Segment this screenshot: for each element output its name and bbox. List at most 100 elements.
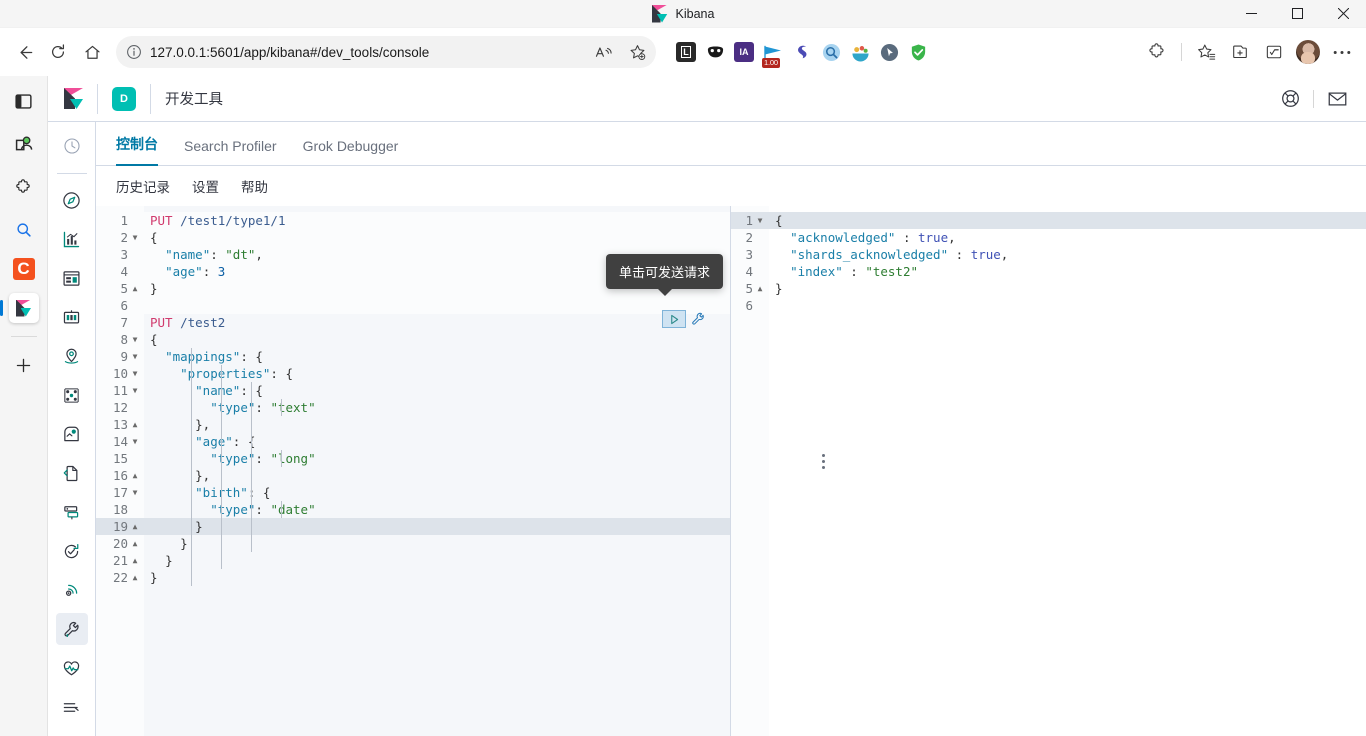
- line-number[interactable]: 4: [96, 263, 144, 280]
- fold-open-icon[interactable]: ▼: [130, 348, 140, 365]
- nav-dev-tools-icon[interactable]: [55, 613, 88, 645]
- fold-close-icon[interactable]: ▲: [130, 280, 140, 297]
- fold-close-icon[interactable]: ▲: [130, 535, 140, 552]
- open-documentation-wrench-icon[interactable]: [689, 310, 706, 328]
- submenu-history[interactable]: 历史记录: [116, 176, 170, 196]
- code-line[interactable]: },: [144, 416, 730, 433]
- line-number[interactable]: 17 ▼: [96, 484, 144, 501]
- code-line[interactable]: }: [144, 552, 730, 569]
- line-number[interactable]: 18: [96, 501, 144, 518]
- code-line[interactable]: "mappings": {: [144, 348, 730, 365]
- refresh-button[interactable]: [42, 36, 74, 68]
- line-number[interactable]: 15: [96, 450, 144, 467]
- code-line[interactable]: "properties": {: [144, 365, 730, 382]
- fold-close-icon[interactable]: ▲: [130, 569, 140, 586]
- line-number[interactable]: 5 ▲: [96, 280, 144, 297]
- line-number[interactable]: 2: [731, 229, 769, 246]
- code-line[interactable]: },: [144, 467, 730, 484]
- math-solver-icon[interactable]: [1258, 36, 1290, 68]
- line-number[interactable]: 21 ▲: [96, 552, 144, 569]
- home-button[interactable]: [76, 36, 108, 68]
- submenu-settings[interactable]: 设置: [192, 176, 219, 196]
- search-extension-icon[interactable]: [821, 42, 841, 62]
- minimize-button[interactable]: [1228, 0, 1274, 28]
- line-number[interactable]: 1: [96, 212, 144, 229]
- fold-close-icon[interactable]: ▲: [130, 552, 140, 569]
- code-line[interactable]: "age": {: [144, 433, 730, 450]
- nav-logs-icon[interactable]: [56, 457, 88, 489]
- fold-close-icon[interactable]: ▲: [755, 280, 765, 297]
- code-line[interactable]: "type": "text": [144, 399, 730, 416]
- code-line[interactable]: }: [144, 518, 730, 535]
- nav-recently-viewed-icon[interactable]: [56, 130, 88, 162]
- code-line[interactable]: "type": "date": [144, 501, 730, 518]
- kibana-header-logo-icon[interactable]: [64, 88, 83, 109]
- space-badge[interactable]: D: [112, 86, 136, 111]
- code-line[interactable]: "shards_acknowledged" : true,: [769, 246, 1366, 263]
- line-number[interactable]: 20 ▲: [96, 535, 144, 552]
- fold-open-icon[interactable]: ▼: [130, 331, 140, 348]
- app-c-icon[interactable]: C: [12, 258, 35, 280]
- fold-close-icon[interactable]: ▲: [130, 518, 140, 535]
- site-info-icon[interactable]: [126, 44, 142, 60]
- line-number[interactable]: 3: [731, 246, 769, 263]
- line-number[interactable]: 14 ▼: [96, 433, 144, 450]
- line-number[interactable]: 2 ▼: [96, 229, 144, 246]
- tab-console[interactable]: 控制台: [116, 134, 158, 166]
- line-number[interactable]: 1 ▼: [731, 212, 769, 229]
- code-line[interactable]: "index" : "test2": [769, 263, 1366, 280]
- search-sidebar-icon[interactable]: [9, 215, 39, 245]
- line-number[interactable]: 19 ▲: [96, 518, 144, 535]
- panel-resize-handle[interactable]: [822, 454, 825, 469]
- line-number[interactable]: 9 ▼: [96, 348, 144, 365]
- line-number[interactable]: 6: [731, 297, 769, 314]
- nav-uptime-icon[interactable]: [56, 574, 88, 606]
- code-line[interactable]: {: [769, 212, 1366, 229]
- line-number[interactable]: 6: [96, 297, 144, 314]
- help-life-ring-icon[interactable]: [1273, 82, 1307, 116]
- code-line[interactable]: "birth": {: [144, 484, 730, 501]
- request-gutter[interactable]: 1 2 ▼ 3 4 5 ▲ 6 7 8 ▼ 9 ▼ 10 ▼ 11 ▼ 12 13 ▲ 14 ▼ 15 16 ▲ 17 ▼ 18 19 ▲…: [96, 206, 144, 736]
- code-line[interactable]: {: [144, 331, 730, 348]
- fold-open-icon[interactable]: ▼: [130, 433, 140, 450]
- code-line[interactable]: "acknowledged" : true,: [769, 229, 1366, 246]
- fold-open-icon[interactable]: ▼: [130, 229, 140, 246]
- favorites-star-icon[interactable]: [1190, 36, 1222, 68]
- nav-stack-monitoring-icon[interactable]: [56, 652, 88, 684]
- flag-extension-icon[interactable]: 1.00: [762, 42, 783, 68]
- fold-open-icon[interactable]: ▼: [130, 484, 140, 501]
- nav-dashboard-icon[interactable]: [56, 262, 88, 294]
- send-request-play-button[interactable]: [662, 310, 686, 328]
- newsfeed-mail-icon[interactable]: [1320, 82, 1354, 116]
- code-line[interactable]: [769, 297, 1366, 314]
- line-number[interactable]: 10 ▼: [96, 365, 144, 382]
- read-aloud-icon[interactable]: [590, 39, 616, 65]
- nav-infrastructure-icon[interactable]: [56, 496, 88, 528]
- code-line[interactable]: }: [769, 280, 1366, 297]
- add-favorite-star-icon[interactable]: [624, 39, 650, 65]
- maximize-button[interactable]: [1274, 0, 1320, 28]
- settings-and-more-icon[interactable]: [1326, 36, 1358, 68]
- response-gutter[interactable]: 1 ▼ 2 3 4 5 ▲ 6: [731, 206, 769, 736]
- code-line[interactable]: "type": "long": [144, 450, 730, 467]
- response-code-area[interactable]: { "acknowledged" : true, "shards_acknowl…: [769, 206, 1366, 736]
- fold-close-icon[interactable]: ▲: [130, 416, 140, 433]
- code-line[interactable]: }: [144, 569, 730, 586]
- line-number[interactable]: 3: [96, 246, 144, 263]
- browser-essentials-icon[interactable]: [9, 86, 39, 116]
- line-number[interactable]: 5 ▲: [731, 280, 769, 297]
- fold-open-icon[interactable]: ▼: [755, 212, 765, 229]
- code-line[interactable]: }: [144, 535, 730, 552]
- code-line[interactable]: "name": {: [144, 382, 730, 399]
- shield-extension-icon[interactable]: [908, 42, 928, 62]
- line-number[interactable]: 8 ▼: [96, 331, 144, 348]
- nav-canvas-icon[interactable]: [56, 301, 88, 333]
- line-number[interactable]: 13 ▲: [96, 416, 144, 433]
- close-button[interactable]: [1320, 0, 1366, 28]
- code-line[interactable]: {: [144, 229, 730, 246]
- internet-archive-extension-icon[interactable]: IA: [734, 42, 754, 62]
- fold-close-icon[interactable]: ▲: [130, 467, 140, 484]
- back-button[interactable]: [8, 36, 40, 68]
- address-bar[interactable]: 127.0.0.1:5601/app/kibana#/dev_tools/con…: [116, 36, 656, 68]
- extensions-puzzle-icon[interactable]: [1141, 36, 1173, 68]
